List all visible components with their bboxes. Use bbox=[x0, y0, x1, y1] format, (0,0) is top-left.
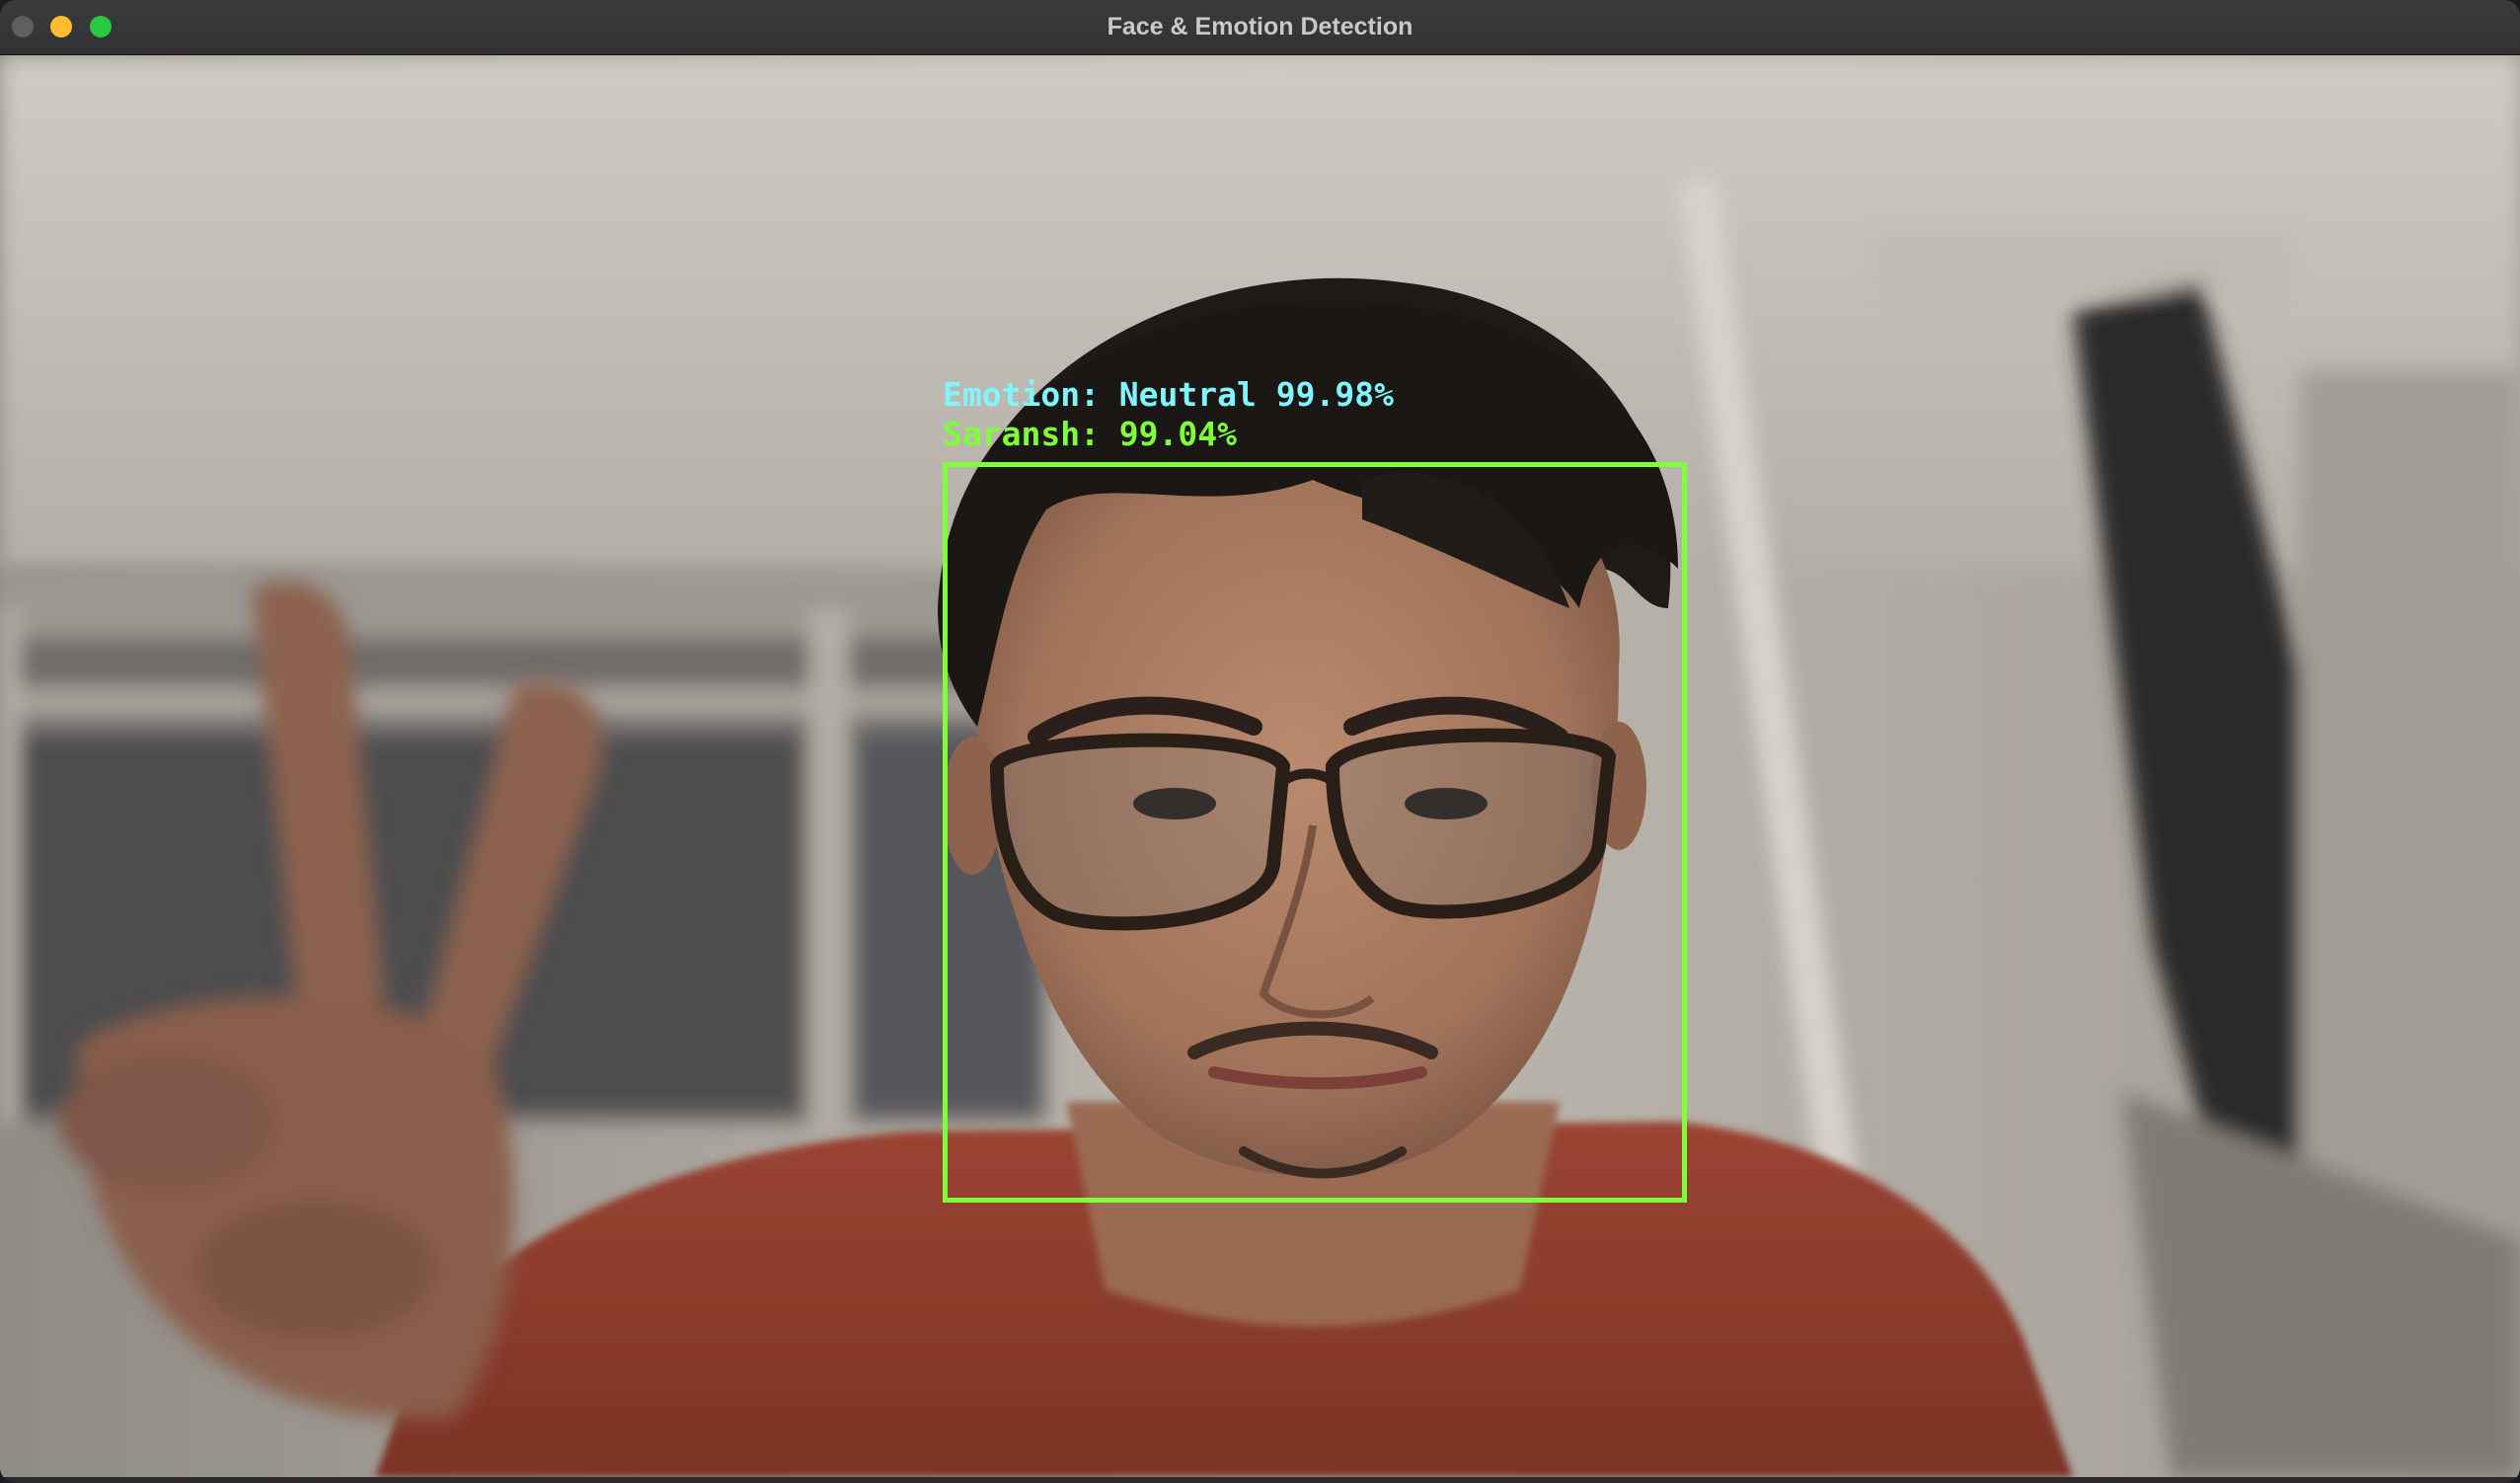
window-title: Face & Emotion Detection bbox=[1107, 13, 1413, 40]
emotion-label: Emotion: Neutral 99.98% bbox=[943, 375, 1394, 414]
app-window: Face & Emotion Detection Emotion: Neutra… bbox=[0, 0, 2520, 1483]
identity-label: Saransh: 99.04% bbox=[943, 415, 1238, 453]
camera-feed: Emotion: Neutral 99.98% Saransh: 99.04% bbox=[0, 55, 2520, 1477]
face-bounding-box bbox=[943, 462, 1687, 1203]
title-bar[interactable]: Face & Emotion Detection bbox=[0, 0, 2520, 55]
